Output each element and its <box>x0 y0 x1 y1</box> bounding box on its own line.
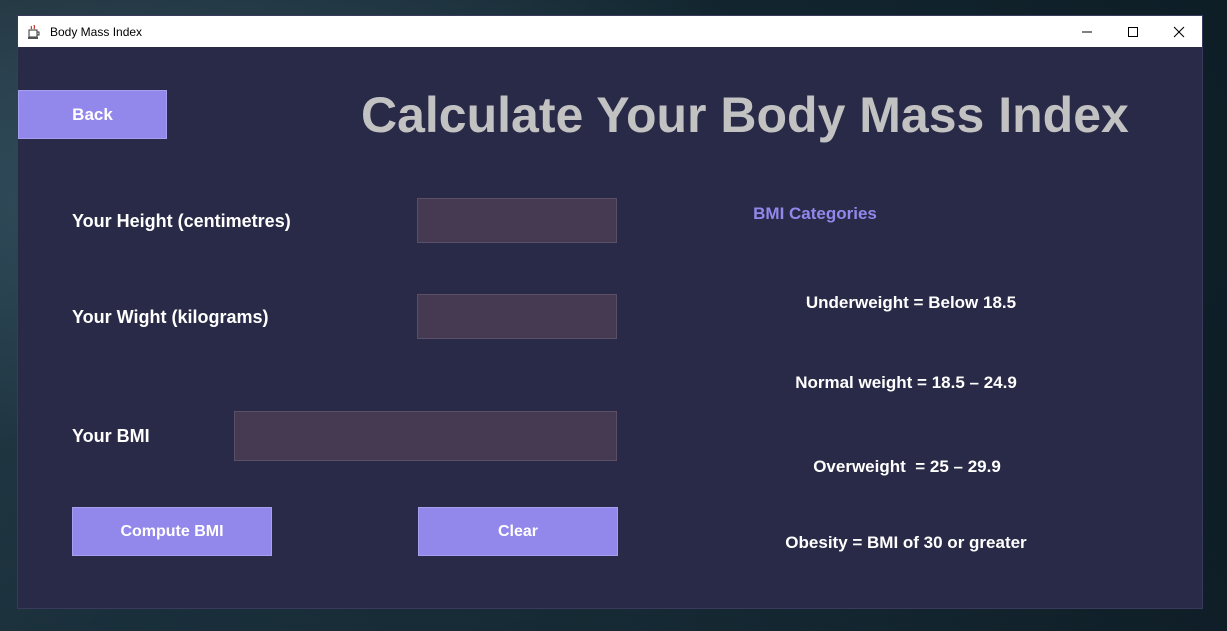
category-overweight: Overweight = 25 – 29.9 <box>813 457 1001 476</box>
compute-bmi-button[interactable]: Compute BMI <box>72 507 272 556</box>
clear-button[interactable]: Clear <box>418 507 618 556</box>
weight-input[interactable] <box>417 294 617 339</box>
category-underweight: Underweight = Below 18.5 <box>805 293 1017 312</box>
weight-label: Your Wight (kilograms) <box>72 307 269 327</box>
maximize-button[interactable] <box>1110 16 1156 47</box>
minimize-icon <box>1082 31 1092 32</box>
title-bar[interactable]: Body Mass Index <box>18 16 1202 47</box>
page-title: Calculate Your Body Mass Index <box>361 87 1129 143</box>
height-label: Your Height (centimetres) <box>72 211 291 231</box>
category-obesity: Obesity = BMI of 30 or greater <box>785 533 1027 552</box>
minimize-button[interactable] <box>1064 16 1110 47</box>
maximize-icon <box>1128 26 1138 37</box>
bmi-output-field[interactable] <box>234 411 617 461</box>
window-title: Body Mass Index <box>50 24 143 39</box>
height-input[interactable] <box>417 198 617 243</box>
close-button[interactable] <box>1156 16 1202 47</box>
back-button[interactable]: Back <box>18 90 167 139</box>
close-icon <box>1173 26 1185 37</box>
app-window: Body Mass Index Back Calculate Your Body <box>18 16 1202 608</box>
bmi-categories-heading: BMI Categories <box>753 204 877 223</box>
bmi-label: Your BMI <box>72 426 150 446</box>
window-controls <box>1064 16 1202 47</box>
java-cup-icon <box>26 24 42 40</box>
category-normal-weight: Normal weight = 18.5 – 24.9 <box>795 373 1017 392</box>
